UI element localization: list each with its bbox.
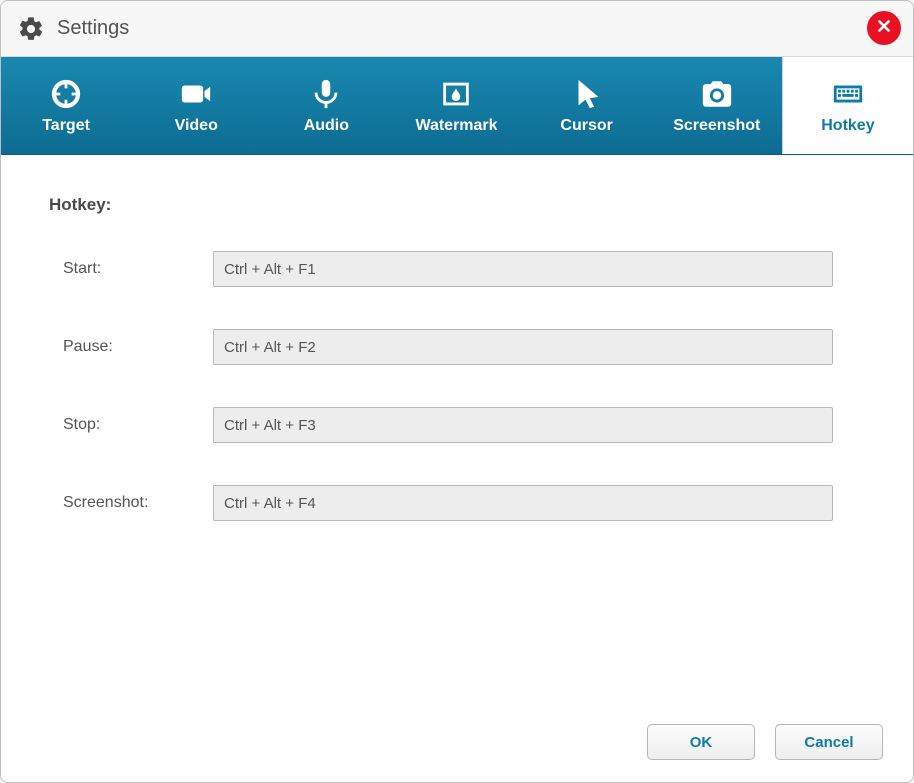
tab-label: Screenshot [673,117,760,135]
hotkey-label: Screenshot: [63,494,213,512]
hotkey-input-screenshot[interactable] [213,485,833,521]
button-row: OK Cancel [647,724,883,760]
content-panel: Hotkey: Start: Pause: Stop: Screenshot: … [1,155,913,782]
titlebar: Settings [1,1,913,57]
tab-label: Hotkey [821,117,874,135]
close-icon [875,17,893,40]
tab-label: Cursor [560,117,612,135]
section-title: Hotkey: [49,195,865,215]
tab-label: Target [42,117,90,135]
tab-hotkey[interactable]: Hotkey [782,57,913,154]
target-icon [49,77,83,111]
gear-icon [17,15,45,43]
window-title: Settings [57,17,129,40]
close-button[interactable] [867,11,901,45]
tab-target[interactable]: Target [1,57,131,154]
hotkey-input-stop[interactable] [213,407,833,443]
hotkey-row-pause: Pause: [49,329,865,365]
hotkey-label: Stop: [63,416,213,434]
tab-screenshot[interactable]: Screenshot [652,57,782,154]
hotkey-input-start[interactable] [213,251,833,287]
watermark-icon [439,77,473,111]
tab-label: Video [175,117,218,135]
camera-icon [700,77,734,111]
hotkey-row-stop: Stop: [49,407,865,443]
cursor-icon [570,77,604,111]
video-camera-icon [179,77,213,111]
ok-button[interactable]: OK [647,724,755,760]
hotkey-row-screenshot: Screenshot: [49,485,865,521]
settings-window: Settings Target Video Audio [0,0,914,783]
tab-label: Watermark [415,117,497,135]
tab-cursor[interactable]: Cursor [522,57,652,154]
hotkey-input-pause[interactable] [213,329,833,365]
hotkey-row-start: Start: [49,251,865,287]
keyboard-icon [831,77,865,111]
tab-video[interactable]: Video [131,57,261,154]
hotkey-label: Start: [63,260,213,278]
hotkey-label: Pause: [63,338,213,356]
cancel-button[interactable]: Cancel [775,724,883,760]
tab-bar: Target Video Audio Watermark Cursor [1,57,913,155]
tab-label: Audio [304,117,349,135]
tab-watermark[interactable]: Watermark [391,57,521,154]
microphone-icon [309,77,343,111]
tab-audio[interactable]: Audio [261,57,391,154]
